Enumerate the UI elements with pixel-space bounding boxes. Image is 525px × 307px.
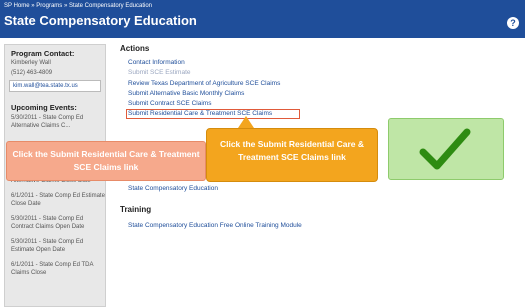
success-panel [388,118,504,180]
contact-email-link[interactable]: kim.wall@tea.state.tx.us [9,80,101,92]
training-heading: Training [120,205,152,214]
contact-phone: (512) 463-4809 [11,70,53,76]
event-item[interactable]: 5/30/2011 - State Comp Ed Contract Claim… [5,216,105,231]
event-item[interactable]: 5/30/2011 - State Comp Ed Alternative Cl… [5,115,105,130]
checkmark-icon [419,128,471,170]
breadcrumb-sep: » [63,3,68,9]
callout-pointer [238,116,254,128]
breadcrumb-programs[interactable]: Programs [36,3,62,9]
submit-contract-claims-link[interactable]: Submit Contract SCE Claims [128,100,211,107]
submit-alternative-claims-link[interactable]: Submit Alternative Basic Monthly Claims [128,90,244,97]
page-title: State Compensatory Education [4,13,197,28]
callout-orange: Click the Submit Residential Care & Trea… [206,128,378,182]
main-content: Actions [120,44,410,53]
highlight-box [126,109,300,119]
header-bar: SP Home » Programs » State Compensatory … [0,0,525,38]
contact-name: Kimberley Wall [11,60,51,66]
events-heading: Upcoming Events: [11,103,77,112]
review-tda-claims-link[interactable]: Review Texas Department of Agriculture S… [128,80,280,87]
training-module-link[interactable]: State Compensatory Education Free Online… [128,222,302,229]
breadcrumb-sep: » [31,3,35,9]
contact-heading: Program Contact: [11,49,75,58]
breadcrumb-current: State Compensatory Education [68,3,153,9]
breadcrumb: SP Home » Programs » State Compensatory … [4,3,152,9]
event-item[interactable]: 6/1/2011 - State Comp Ed TDA Claims Clos… [5,262,105,277]
callout-red: Click the Submit Residential Care & Trea… [6,141,206,181]
actions-heading: Actions [120,44,150,53]
event-item[interactable]: 5/30/2011 - State Comp Ed Estimate Open … [5,239,105,254]
event-item[interactable]: 6/1/2011 - State Comp Ed Estimate Close … [5,193,105,208]
breadcrumb-home[interactable]: SP Home [4,3,30,9]
submit-sce-estimate-link[interactable]: Submit SCE Estimate [128,69,191,76]
contact-information-link[interactable]: Contact Information [128,59,185,66]
state-comp-ed-link[interactable]: State Compensatory Education [128,185,218,192]
help-icon[interactable]: ? [507,17,519,29]
